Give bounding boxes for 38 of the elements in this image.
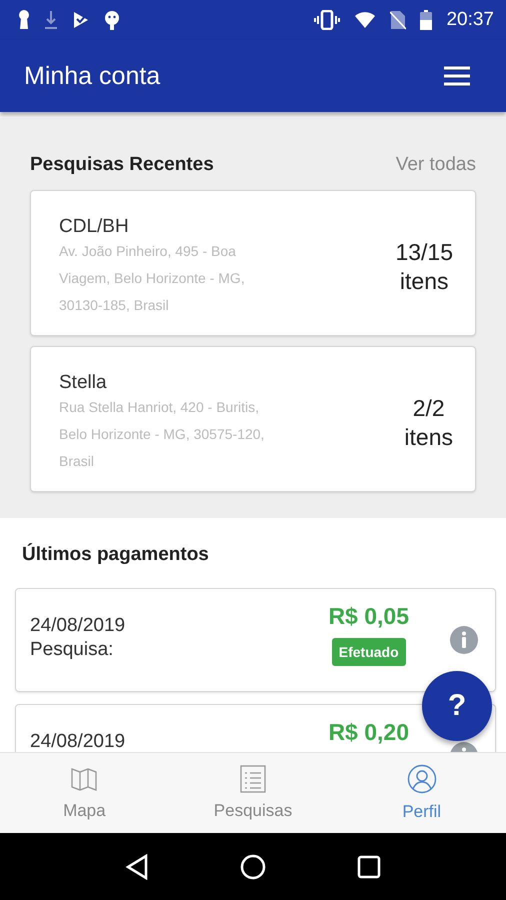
search-card[interactable]: Stella Rua Stella Hanriot, 420 - Buritis, Belo Horizonte - MG, 30575-120, Brasil 2/2 itens xyxy=(30,346,476,492)
user-icon xyxy=(406,764,437,794)
payment-date: 24/08/2019 xyxy=(30,730,126,752)
robot-icon xyxy=(104,9,120,31)
battery-icon xyxy=(420,10,432,30)
download-icon xyxy=(44,10,58,30)
wifi-icon xyxy=(354,11,376,29)
page-title: Minha conta xyxy=(24,62,160,90)
item-count: 2/2 xyxy=(412,394,445,423)
payment-amount: R$ 0,05 xyxy=(328,603,409,630)
vibrate-icon xyxy=(314,10,340,30)
payment-date: 24/08/2019 xyxy=(30,614,126,638)
no-sim-icon xyxy=(390,10,406,30)
nav-tab[interactable]: Perfil xyxy=(337,753,506,833)
search-address: Rua Stella Hanriot, 420 - Buritis, Belo Horizonte - MG, 30575-120, Brasil xyxy=(59,398,266,470)
clock-time: 20:37 xyxy=(446,9,494,31)
keyhole-icon xyxy=(18,10,30,30)
nav-tab[interactable]: Pesquisas xyxy=(168,753,338,833)
section-title: Pesquisas Recentes xyxy=(30,154,214,176)
search-name: CDL/BH xyxy=(59,216,130,238)
item-unit: itens xyxy=(400,267,449,296)
status-badge: Efetuado xyxy=(332,638,406,666)
info-icon[interactable] xyxy=(449,625,479,655)
item-unit: itens xyxy=(404,423,453,452)
payment-label: Pesquisa: xyxy=(30,638,114,662)
list-icon xyxy=(240,765,266,793)
payment-amount: R$ 0,20 xyxy=(328,719,409,746)
menu-icon xyxy=(444,66,470,86)
section-title: Últimos pagamentos xyxy=(21,544,210,566)
search-address: Av. João Pinheiro, 495 - Boa Viagem, Belo Horizonte - MG, 30130-185, Brasil xyxy=(59,242,246,314)
map-icon xyxy=(70,765,98,793)
check-flag-icon xyxy=(72,11,90,29)
help-button[interactable]: ? xyxy=(422,671,492,741)
search-name: Stella xyxy=(59,372,108,394)
see-all-link[interactable]: Ver todas xyxy=(396,154,476,176)
nav-tab[interactable]: Mapa xyxy=(0,753,169,833)
item-count: 13/15 xyxy=(395,238,453,267)
search-card[interactable]: CDL/BH Av. João Pinheiro, 495 - Boa Viagem, Belo Horizonte - MG, 30130-185, Brasil 13/15 itens xyxy=(30,190,476,336)
